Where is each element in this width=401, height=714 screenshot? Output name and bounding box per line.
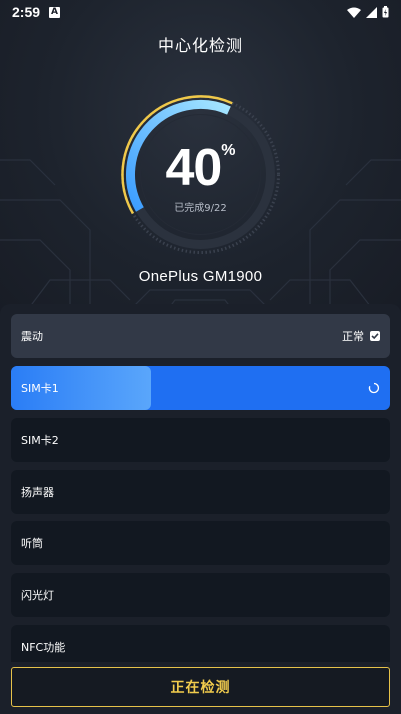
app-notification-icon: A (49, 6, 61, 18)
test-item-vibration[interactable]: 震动 正常 (11, 314, 390, 358)
test-item-flashlight[interactable]: 闪光灯 (11, 573, 390, 617)
test-item-sim2[interactable]: SIM卡2 (11, 418, 390, 462)
check-icon (370, 331, 380, 341)
loading-spinner-icon (368, 382, 380, 394)
percent-sign: % (221, 142, 236, 159)
status-time: 2:59 (12, 4, 41, 20)
status-icons (347, 6, 389, 18)
page-title: 中心化检测 (157, 36, 243, 55)
test-item-status: 正常 (342, 328, 380, 344)
percent-display: 40% (0, 138, 401, 198)
test-item-earpiece[interactable]: 听筒 (11, 521, 390, 565)
detecting-button[interactable]: 正在检测 (11, 667, 390, 707)
battery-icon (382, 6, 389, 18)
signal-icon (366, 6, 377, 18)
progress-count: 已完成9/22 (174, 203, 227, 214)
device-name: OnePlus GM1900 (138, 268, 263, 285)
test-item-label: SIM卡2 (21, 434, 59, 447)
status-text: 正常 (342, 330, 364, 343)
wifi-icon (347, 7, 361, 18)
test-item-label: 闪光灯 (21, 589, 54, 602)
test-item-label: NFC功能 (21, 641, 66, 654)
status-bar: 2:59 A (0, 0, 401, 24)
test-item-label: 扬声器 (21, 486, 54, 499)
test-item-label: 听筒 (21, 537, 43, 550)
test-item-sim1[interactable]: SIM卡1 (11, 366, 390, 410)
percent-value: 40 (165, 139, 222, 197)
test-item-label: SIM卡1 (21, 382, 59, 395)
test-item-label: 震动 (21, 330, 43, 343)
test-item-speaker[interactable]: 扬声器 (11, 470, 390, 514)
